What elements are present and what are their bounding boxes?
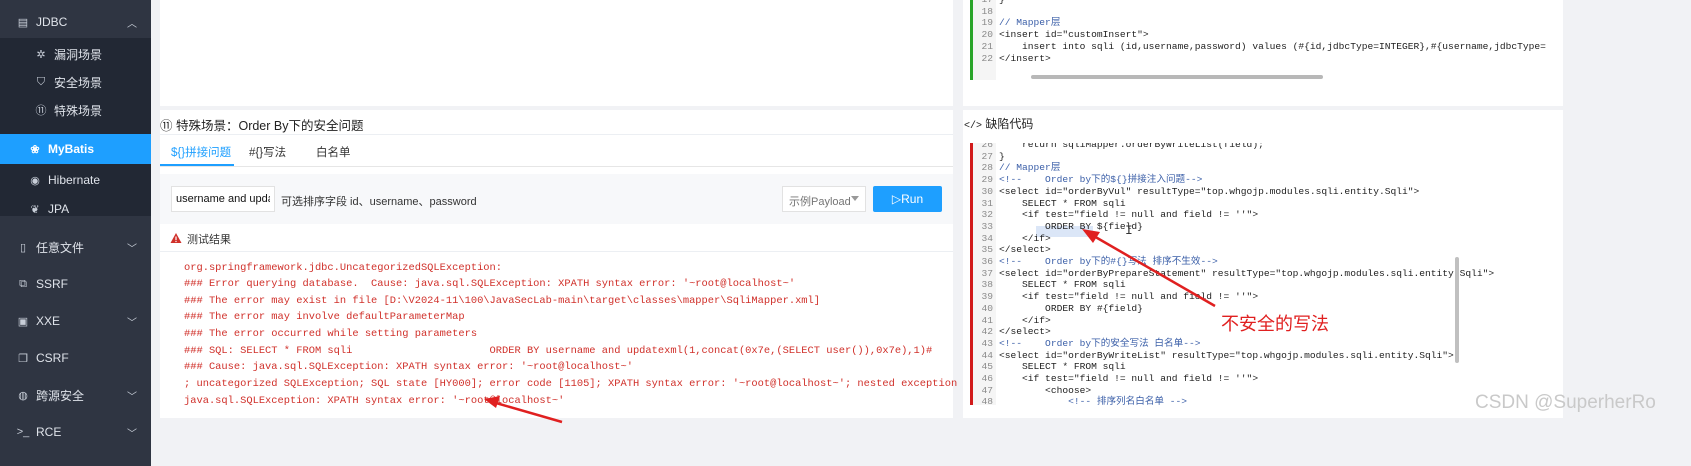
annotation-label: 不安全的写法 [1221,314,1329,334]
annotation-arrows [484,229,1216,424]
watermark: CSDN @SuperherRo [1475,392,1656,413]
